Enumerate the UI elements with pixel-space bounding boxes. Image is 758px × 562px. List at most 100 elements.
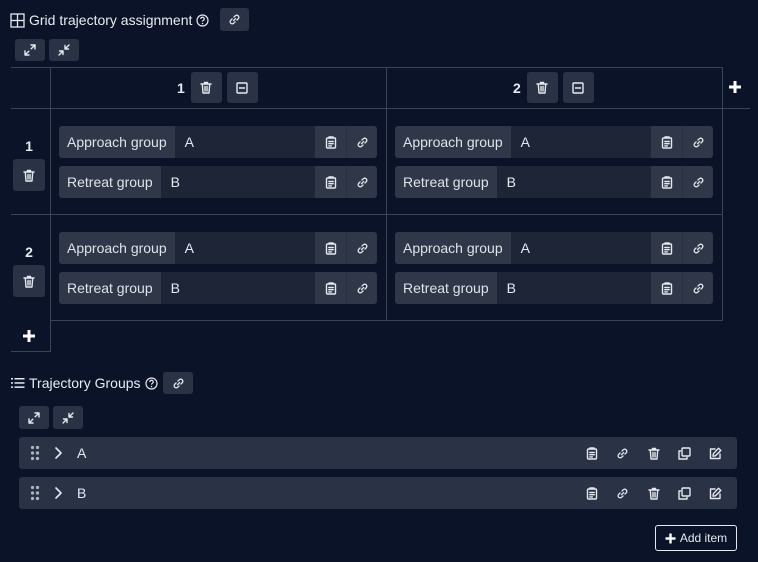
delete-row-button[interactable] bbox=[13, 265, 45, 297]
link-icon bbox=[228, 13, 241, 26]
clipboard-icon bbox=[325, 175, 337, 189]
drag-handle-icon[interactable] bbox=[30, 445, 40, 461]
plus-icon bbox=[665, 533, 676, 544]
delete-button[interactable] bbox=[638, 437, 669, 469]
edit-button[interactable] bbox=[700, 437, 731, 469]
link-button[interactable] bbox=[607, 437, 638, 469]
clipboard-icon bbox=[661, 241, 673, 255]
link-button[interactable] bbox=[607, 477, 638, 509]
add-column-button[interactable] bbox=[726, 78, 744, 96]
link-button[interactable] bbox=[682, 166, 713, 198]
minus-square-icon bbox=[236, 81, 248, 94]
row-header-1: 1 bbox=[13, 138, 45, 191]
link-button[interactable] bbox=[682, 232, 713, 264]
retreat-group-field: Retreat group B bbox=[59, 166, 377, 198]
trash-icon bbox=[200, 81, 212, 94]
field-label: Retreat group bbox=[59, 166, 161, 198]
field-value-select[interactable]: B bbox=[160, 166, 315, 198]
expand-icon bbox=[28, 411, 40, 424]
clipboard-button[interactable] bbox=[315, 166, 346, 198]
field-value-select[interactable]: B bbox=[160, 272, 315, 304]
link-button[interactable] bbox=[346, 232, 377, 264]
clipboard-button[interactable] bbox=[651, 272, 682, 304]
clipboard-icon bbox=[325, 281, 337, 295]
clipboard-button[interactable] bbox=[651, 166, 682, 198]
grid-expand-button[interactable] bbox=[15, 39, 45, 61]
collapse-column-button[interactable] bbox=[562, 72, 594, 103]
link-icon bbox=[356, 176, 369, 189]
link-icon bbox=[692, 176, 705, 189]
add-item-button[interactable]: Add item bbox=[655, 525, 737, 551]
collapse-icon bbox=[58, 44, 70, 56]
link-icon bbox=[607, 437, 638, 469]
clipboard-icon bbox=[576, 437, 607, 469]
help-circle-icon[interactable] bbox=[144, 376, 158, 390]
field-value-select[interactable]: A bbox=[174, 232, 315, 264]
grid-collapse-button[interactable] bbox=[49, 39, 79, 61]
plus-icon bbox=[728, 80, 742, 94]
group-list-item[interactable]: B bbox=[19, 477, 737, 509]
retreat-group-field: Retreat group B bbox=[395, 272, 713, 304]
link-button[interactable] bbox=[346, 166, 377, 198]
help-circle-icon[interactable] bbox=[196, 13, 210, 27]
minus-square-icon bbox=[572, 81, 584, 94]
group-list-item[interactable]: A bbox=[19, 437, 737, 469]
approach-group-field: Approach group A bbox=[395, 126, 713, 158]
delete-column-button[interactable] bbox=[190, 72, 222, 103]
expand-icon bbox=[24, 44, 36, 56]
retreat-group-field: Retreat group B bbox=[59, 272, 377, 304]
clipboard-button[interactable] bbox=[576, 437, 607, 469]
link-button[interactable] bbox=[346, 126, 377, 158]
edit-button[interactable] bbox=[700, 477, 731, 509]
collapse-column-button[interactable] bbox=[226, 72, 258, 103]
drag-handle-icon[interactable] bbox=[30, 485, 40, 501]
field-value-select[interactable]: B bbox=[496, 272, 651, 304]
field-value-select[interactable]: A bbox=[510, 232, 651, 264]
clipboard-button[interactable] bbox=[651, 232, 682, 264]
trash-icon bbox=[638, 437, 669, 469]
retreat-group-field: Retreat group B bbox=[395, 166, 713, 198]
trash-icon bbox=[23, 169, 35, 182]
delete-button[interactable] bbox=[638, 477, 669, 509]
clipboard-button[interactable] bbox=[651, 126, 682, 158]
link-button[interactable] bbox=[682, 126, 713, 158]
groups-title: Trajectory Groups bbox=[29, 375, 141, 391]
clipboard-button[interactable] bbox=[315, 272, 346, 304]
groups-link-button[interactable] bbox=[163, 372, 193, 394]
row-header-2: 2 bbox=[13, 244, 45, 297]
duplicate-button[interactable] bbox=[669, 437, 700, 469]
link-icon bbox=[356, 242, 369, 255]
list-icon bbox=[11, 377, 25, 389]
field-value-select[interactable]: B bbox=[496, 166, 651, 198]
groups-expand-button[interactable] bbox=[19, 406, 49, 429]
field-label: Retreat group bbox=[395, 166, 497, 198]
chevron-right-icon[interactable] bbox=[53, 446, 63, 460]
link-icon bbox=[692, 136, 705, 149]
add-row-button[interactable] bbox=[20, 327, 38, 345]
field-value-select[interactable]: A bbox=[510, 126, 651, 158]
clipboard-button[interactable] bbox=[576, 477, 607, 509]
edit-icon bbox=[700, 437, 731, 469]
link-button[interactable] bbox=[346, 272, 377, 304]
delete-column-button[interactable] bbox=[526, 72, 558, 103]
copy-icon bbox=[669, 477, 700, 509]
trash-icon bbox=[536, 81, 548, 94]
link-icon bbox=[692, 282, 705, 295]
clipboard-icon bbox=[325, 241, 337, 255]
clipboard-button[interactable] bbox=[315, 232, 346, 264]
row-number: 2 bbox=[25, 244, 33, 260]
field-label: Approach group bbox=[395, 232, 511, 264]
clipboard-button[interactable] bbox=[315, 126, 346, 158]
link-button[interactable] bbox=[682, 272, 713, 304]
duplicate-button[interactable] bbox=[669, 477, 700, 509]
field-value-select[interactable]: A bbox=[174, 126, 315, 158]
chevron-right-icon[interactable] bbox=[53, 486, 63, 500]
grid-link-button[interactable] bbox=[220, 8, 249, 31]
field-label: Approach group bbox=[59, 126, 175, 158]
field-label: Approach group bbox=[395, 126, 511, 158]
groups-collapse-button[interactable] bbox=[53, 406, 83, 429]
link-icon bbox=[692, 242, 705, 255]
delete-row-button[interactable] bbox=[13, 159, 45, 191]
group-label: A bbox=[77, 445, 87, 461]
groups-header: Trajectory Groups bbox=[11, 372, 158, 394]
